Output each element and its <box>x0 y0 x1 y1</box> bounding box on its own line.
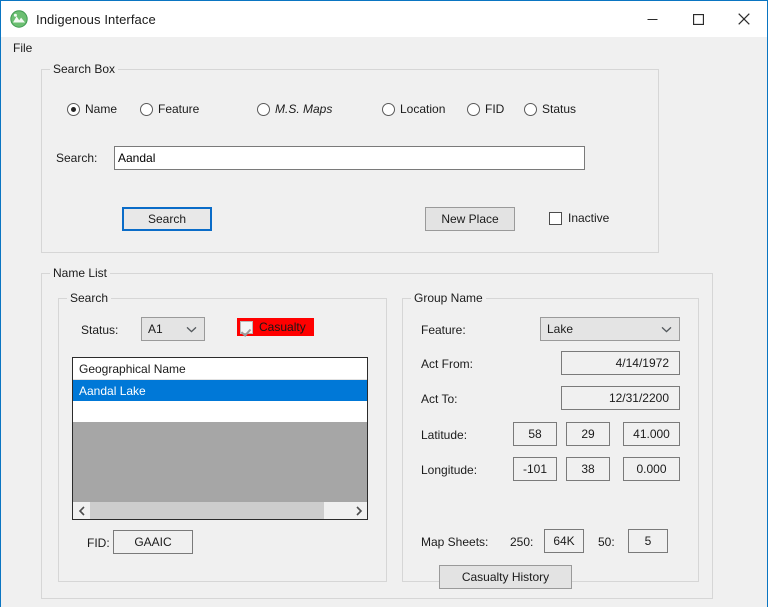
checkbox-box-icon <box>549 211 562 225</box>
feature-select[interactable]: Lake <box>540 317 680 341</box>
map-250-value: 64K <box>544 529 584 553</box>
geographical-name-list[interactable]: Geographical Name Aandal Lake <box>72 357 368 520</box>
casualty-history-button-label: Casualty History <box>461 570 550 584</box>
name-list-search-group: Search Status: A1 Casualty Geographical … <box>58 291 387 582</box>
feature-label: Feature: <box>421 323 466 337</box>
group-name-legend: Group Name <box>411 291 486 305</box>
maximize-button[interactable] <box>675 1 721 37</box>
list-header-geographical-name: Geographical Name <box>73 358 367 380</box>
globe-mountain-icon <box>10 10 28 28</box>
close-icon <box>738 13 750 25</box>
latitude-minutes: 29 <box>566 422 610 446</box>
longitude-minutes: 38 <box>566 457 610 481</box>
chevron-left-icon[interactable] <box>73 502 90 519</box>
status-select-value: A1 <box>148 322 163 336</box>
radio-status[interactable]: Status <box>524 102 576 116</box>
minimize-icon <box>647 18 657 20</box>
map-50-value: 5 <box>628 529 668 553</box>
radio-dot-icon <box>67 102 80 116</box>
search-box-group: Search Box Name Feature M.S. Maps Locati… <box>41 62 659 253</box>
casualty-history-button[interactable]: Casualty History <box>439 565 572 589</box>
scrollbar-thumb[interactable] <box>90 502 324 519</box>
maximize-icon <box>692 13 704 25</box>
latitude-degrees: 58 <box>513 422 557 446</box>
new-place-button-label: New Place <box>441 212 499 226</box>
radio-status-label: Status <box>542 102 577 116</box>
radio-dot-icon <box>524 102 537 116</box>
radio-location-label: Location <box>400 102 446 116</box>
status-label: Status: <box>81 323 119 337</box>
map-sheets-label: Map Sheets: <box>421 535 489 549</box>
list-item[interactable]: Aandal Lake <box>73 380 367 401</box>
radio-feature[interactable]: Feature <box>140 102 199 116</box>
close-button[interactable] <box>721 1 767 37</box>
new-place-button[interactable]: New Place <box>425 207 515 231</box>
name-list-group: Name List Search Status: A1 Casualty Geo… <box>41 266 713 599</box>
feature-select-value: Lake <box>547 322 574 336</box>
checkbox-checked-icon <box>240 320 253 334</box>
radio-fid-label: FID <box>485 102 505 116</box>
radio-name[interactable]: Name <box>67 102 117 116</box>
radio-ms-maps-label: M.S. Maps <box>275 102 333 116</box>
client-area: Search Box Name Feature M.S. Maps Locati… <box>1 61 767 607</box>
search-button[interactable]: Search <box>122 207 212 231</box>
radio-dot-icon <box>257 102 270 116</box>
search-field-label: Search: <box>56 151 98 165</box>
latitude-label: Latitude: <box>421 428 468 442</box>
radio-name-label: Name <box>85 102 118 116</box>
menu-bar: File <box>1 37 767 61</box>
name-list-search-legend: Search <box>67 291 112 305</box>
scrollbar-track[interactable] <box>90 502 350 519</box>
chevron-down-icon <box>186 322 197 336</box>
casualty-checkbox[interactable]: Casualty <box>237 318 314 336</box>
window-title: Indigenous Interface <box>36 11 156 27</box>
longitude-degrees: -101 <box>513 457 557 481</box>
casualty-checkbox-label: Casualty <box>259 320 306 334</box>
radio-location[interactable]: Location <box>382 102 445 116</box>
act-to-label: Act To: <box>421 392 458 406</box>
longitude-label: Longitude: <box>421 463 478 477</box>
act-from-label: Act From: <box>421 357 474 371</box>
inactive-checkbox[interactable]: Inactive <box>549 211 609 225</box>
act-from-value: 4/14/1972 <box>561 351 680 375</box>
list-empty-area <box>73 422 367 505</box>
act-to-value: 12/31/2200 <box>561 386 680 410</box>
radio-dot-icon <box>382 102 395 116</box>
group-name-group: Group Name Feature: Lake Act From: 4/14/… <box>402 291 699 589</box>
search-box-legend: Search Box <box>50 62 119 76</box>
radio-fid[interactable]: FID <box>467 102 504 116</box>
inactive-checkbox-label: Inactive <box>568 211 610 225</box>
chevron-down-icon <box>661 322 672 336</box>
radio-dot-icon <box>140 102 153 116</box>
minimize-button[interactable] <box>629 1 675 37</box>
title-bar: Indigenous Interface <box>1 1 767 37</box>
radio-feature-label: Feature <box>158 102 200 116</box>
list-horizontal-scrollbar[interactable] <box>73 501 367 519</box>
chevron-right-icon[interactable] <box>350 502 367 519</box>
name-list-legend: Name List <box>50 266 111 280</box>
search-input[interactable] <box>114 146 585 170</box>
latitude-seconds: 41.000 <box>623 422 680 446</box>
window-controls <box>629 1 767 37</box>
map-250-label: 250: <box>510 535 534 549</box>
status-select[interactable]: A1 <box>141 317 205 341</box>
radio-ms-maps[interactable]: M.S. Maps <box>257 102 332 116</box>
longitude-seconds: 0.000 <box>623 457 680 481</box>
radio-dot-icon <box>467 102 480 116</box>
map-50-label: 50: <box>598 535 615 549</box>
search-button-label: Search <box>147 212 187 226</box>
fid-label: FID: <box>87 536 110 550</box>
list-item[interactable] <box>73 401 367 422</box>
application-window: Indigenous Interface File Search Box Nam… <box>0 0 768 607</box>
fid-value: GAAIC <box>113 530 193 554</box>
menu-item-file[interactable]: File <box>1 39 40 58</box>
